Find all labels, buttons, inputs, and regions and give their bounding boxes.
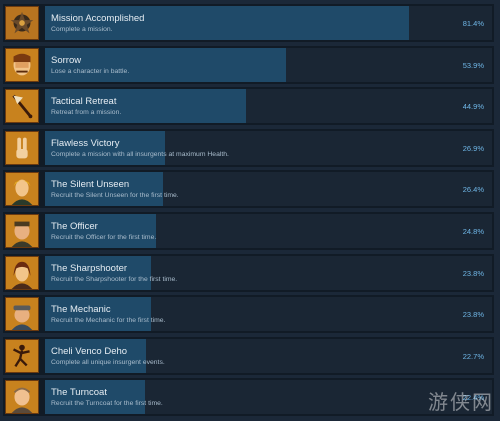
achievement-row: Cheli Venco Deho Complete all unique insu…	[3, 336, 494, 375]
officer-portrait-icon	[5, 214, 39, 248]
silent-unseen-portrait-icon	[5, 172, 39, 207]
achievement-row: The Turncoat Recruit the Turncoat for the…	[3, 378, 494, 417]
achievement-row: The Silent Unseen Recruit the Silent Unse…	[3, 170, 494, 209]
achievement-name: The Officer	[51, 221, 98, 232]
achievement-name: The Sharpshooter	[51, 262, 128, 274]
turncoat-portrait-icon	[5, 380, 39, 415]
achievement-description: Recruit the Silent Unseen for the first …	[51, 192, 179, 200]
achievement-description: Recruit the Turncoat for the first time.	[51, 400, 163, 408]
achievement-row: Tactical Retreat Retreat from a mission. 4…	[3, 87, 494, 126]
achievement-description: Recruit the Sharpshooter for the first t…	[51, 275, 178, 283]
achievement-description: Retreat from a mission.	[51, 109, 122, 117]
sharpshooter-portrait-icon	[5, 255, 39, 290]
unlock-percentage: 23.8%	[462, 310, 484, 320]
achievement-description: Complete a mission.	[51, 26, 113, 33]
achievement-row: Mission Accomplished Complete a mission. 8…	[3, 4, 494, 42]
achievement-description: Recruit the Mechanic for the first time.	[51, 317, 166, 325]
unlock-percentage: 81.4%	[462, 19, 484, 28]
unlock-percentage: 22.7%	[462, 351, 484, 361]
achievement-name: The Turncoat	[51, 387, 107, 399]
achievement-name: Mission Accomplished	[51, 13, 145, 24]
unlock-progress-track	[45, 47, 492, 82]
victory-hand-icon	[5, 130, 39, 165]
unlock-percentage: 24.8%	[462, 227, 484, 236]
achievement-description: Complete a mission with all insurgents a…	[51, 150, 229, 158]
dancing-figure-icon	[5, 338, 39, 373]
achievement-row: The Officer Recruit the Officer for the f…	[3, 212, 494, 250]
achievement-description: Recruit the Officer for the first time.	[51, 234, 157, 241]
achievement-description: Lose a character in battle.	[51, 67, 130, 75]
achievement-name: Sorrow	[51, 54, 82, 66]
achievement-row: Sorrow Lose a character in battle. 53.9%	[3, 45, 494, 84]
unlock-percentage: 53.9%	[462, 60, 484, 70]
grieving-face-icon	[5, 47, 39, 82]
retreat-flag-icon	[5, 89, 39, 124]
unlock-percentage: 44.9%	[462, 102, 484, 112]
achievement-row: The Sharpshooter Recruit the Sharpshooter…	[3, 253, 494, 292]
unlock-percentage: 26.9%	[462, 143, 484, 153]
achievement-name: The Mechanic	[51, 304, 111, 316]
achievement-description: Complete all unique insurgent events.	[51, 358, 165, 366]
site-watermark: 游侠网	[428, 390, 494, 414]
achievement-row: The Mechanic Recruit the Mechanic for the…	[3, 295, 494, 334]
unlock-progress-fill	[45, 47, 286, 82]
mechanic-portrait-icon	[5, 297, 39, 332]
achievement-row: Flawless Victory Complete a mission with …	[3, 128, 494, 167]
unlock-percentage: 26.4%	[462, 185, 484, 195]
achievement-name: Tactical Retreat	[51, 96, 117, 108]
achievement-name: Flawless Victory	[51, 137, 120, 149]
mission-medal-icon	[5, 6, 39, 40]
unlock-progress-track	[45, 380, 492, 415]
unlock-progress-track	[45, 214, 492, 248]
unlock-progress-track	[45, 297, 492, 332]
unlock-percentage: 23.8%	[462, 268, 484, 278]
achievement-name: Cheli Venco Deho	[51, 345, 128, 357]
achievement-name: The Silent Unseen	[51, 179, 130, 191]
